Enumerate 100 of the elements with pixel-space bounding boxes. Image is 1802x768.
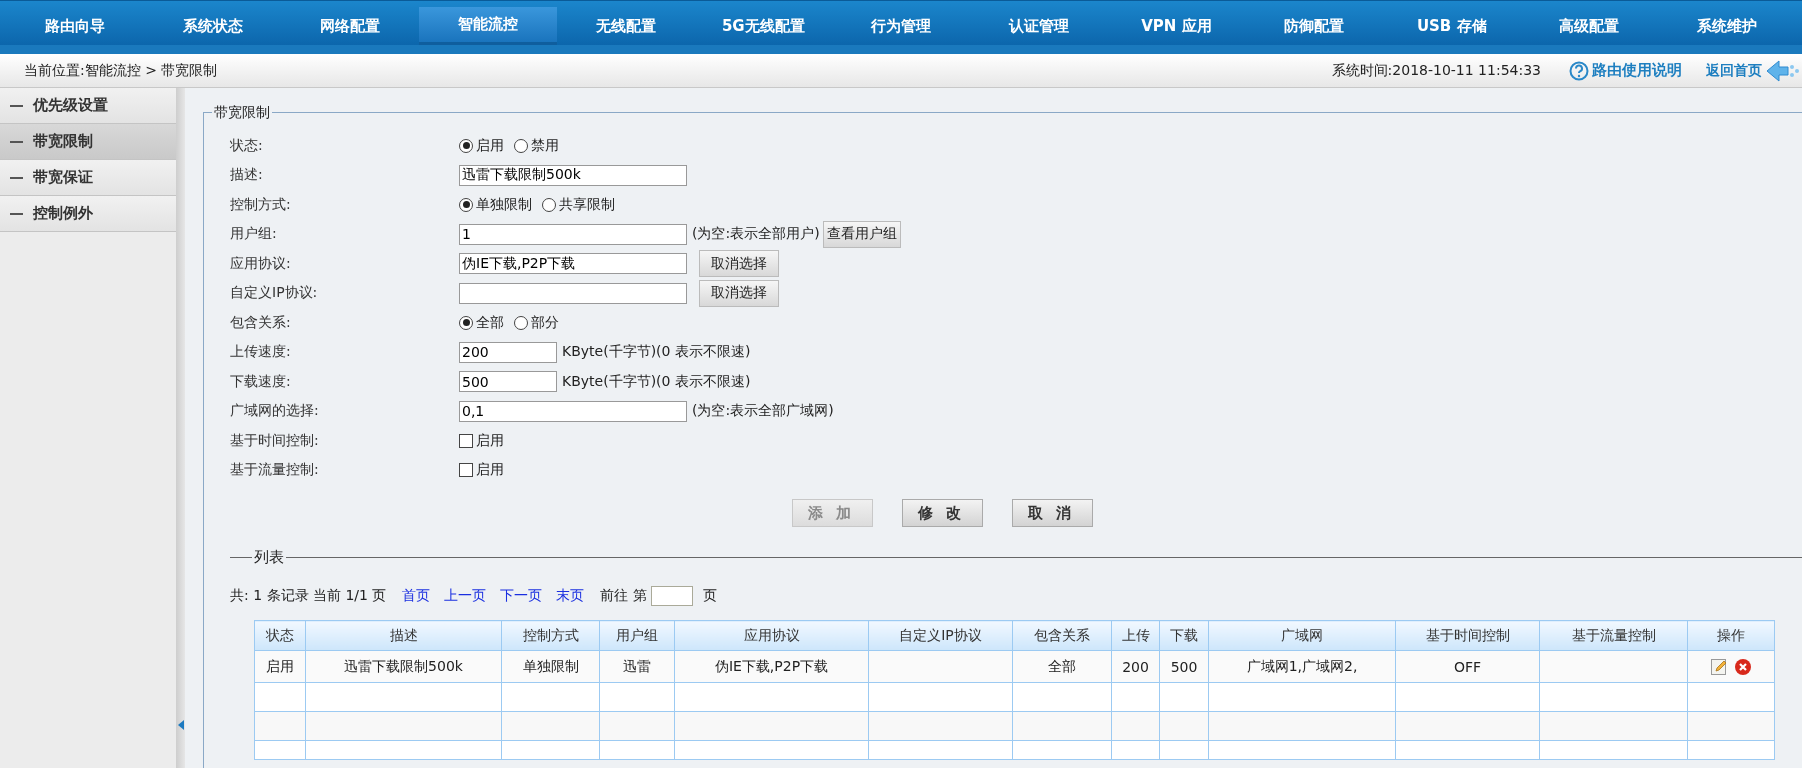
table-cell: 伪IE下载,P2P下载 — [714, 657, 829, 674]
dash-icon — [10, 176, 23, 179]
input-field[interactable]: 200 — [459, 341, 557, 363]
action-button[interactable]: 查看用户组 — [822, 220, 901, 248]
dash-icon — [10, 104, 23, 107]
nav-tab[interactable]: 高级配置 — [1520, 7, 1659, 45]
page-link[interactable]: 下一页 — [500, 587, 543, 605]
table-cell: 全部 — [1048, 657, 1076, 674]
radio-button[interactable] — [459, 197, 473, 212]
delete-icon[interactable] — [1734, 657, 1752, 676]
form-button[interactable]: 取消 — [1012, 499, 1093, 527]
input-field[interactable]: 0,1 — [459, 400, 687, 422]
nav-tab[interactable]: VPN 应用 — [1107, 7, 1246, 45]
radio-button[interactable] — [459, 138, 473, 153]
help-link[interactable]: 路由使用说明 — [1569, 60, 1682, 81]
column-header: 广域网 — [1208, 620, 1396, 651]
field-label: 上传速度: — [230, 343, 292, 362]
nav-tab[interactable]: 认证管理 — [969, 7, 1108, 45]
page-input[interactable] — [650, 586, 693, 606]
column-header: 描述 — [305, 620, 502, 651]
checkbox[interactable] — [459, 463, 473, 478]
system-time: 系统时间:2018-10-11 11:54:33 — [1331, 61, 1541, 80]
table-cell: 500 — [1170, 658, 1198, 675]
table-cell: 广域网1,广域网2, — [1246, 657, 1358, 674]
column-header: 自定义IP协议 — [868, 620, 1013, 651]
field-label: 基于流量控制: — [230, 461, 320, 480]
nav-tab[interactable]: 系统状态 — [143, 7, 282, 45]
input-field[interactable]: 迅雷下载限制500k — [459, 164, 687, 186]
field-label: 描述: — [230, 166, 264, 185]
option-label: 单独限制 — [476, 195, 532, 214]
hint-text: KByte(千字节)(0 表示不限速) — [562, 343, 751, 362]
sidebar-item[interactable]: 带宽限制 — [0, 124, 176, 160]
input-field[interactable] — [459, 282, 687, 304]
nav-tab[interactable]: 5G无线配置 — [694, 7, 833, 45]
option-label: 启用 — [476, 461, 504, 480]
home-link[interactable]: 返回首页 — [1706, 61, 1762, 80]
field-label: 控制方式: — [230, 195, 292, 214]
field-label: 应用协议: — [230, 254, 292, 273]
action-button[interactable]: 取消选择 — [699, 279, 779, 307]
sidebar-item[interactable]: 带宽保证 — [0, 160, 176, 196]
action-button[interactable]: 取消选择 — [699, 250, 779, 278]
field-label: 基于时间控制: — [230, 431, 320, 450]
nav-tab[interactable]: 系统维护 — [1658, 7, 1796, 45]
page-link[interactable]: 上一页 — [444, 587, 487, 605]
column-header: 基于时间控制 — [1395, 620, 1540, 651]
form-button[interactable]: 修改 — [902, 499, 983, 527]
hint-text: KByte(千字节)(0 表示不限速) — [562, 372, 751, 391]
column-header: 应用协议 — [674, 620, 869, 651]
help-icon — [1569, 60, 1589, 81]
column-header: 用户组 — [599, 620, 675, 651]
option-label: 启用 — [476, 431, 504, 450]
option-label: 禁用 — [531, 136, 559, 155]
edit-icon[interactable] — [1710, 657, 1728, 676]
goto-label: 前往 第 — [600, 587, 647, 605]
table-cell: OFF — [1453, 658, 1482, 675]
section-title: 列表 — [252, 548, 286, 567]
sidebar-item[interactable]: 控制例外 — [0, 196, 176, 232]
field-label: 包含关系: — [230, 313, 292, 332]
table-cell: 单独限制 — [522, 657, 579, 674]
back-arrow-icon[interactable] — [1766, 58, 1800, 83]
goto-suffix: 页 — [702, 587, 717, 605]
field-label: 状态: — [230, 136, 264, 155]
field-label: 广域网的选择: — [230, 402, 320, 421]
nav-tab[interactable]: 智能流控 — [419, 7, 557, 45]
checkbox[interactable] — [459, 433, 473, 448]
radio-button[interactable] — [514, 315, 528, 330]
table-cell: 迅雷 — [623, 657, 651, 674]
panel-title: 带宽限制 — [212, 104, 272, 122]
field-label: 下载速度: — [230, 372, 292, 391]
input-field[interactable]: 伪IE下载,P2P下载 — [459, 253, 687, 275]
column-header: 下载 — [1159, 620, 1209, 651]
hint-text: (为空:表示全部广域网) — [692, 402, 834, 421]
column-header: 控制方式 — [501, 620, 600, 651]
nav-tab[interactable]: 无线配置 — [556, 7, 695, 45]
nav-tab[interactable]: 行为管理 — [832, 7, 970, 45]
option-label: 全部 — [476, 313, 504, 332]
nav-tab[interactable]: 路由向导 — [6, 7, 144, 45]
collapse-arrow-icon[interactable] — [178, 720, 184, 730]
nav-tab[interactable]: USB 存储 — [1382, 7, 1521, 45]
field-label: 自定义IP协议: — [230, 284, 319, 303]
page-link[interactable]: 首页 — [402, 587, 431, 605]
sidebar-item[interactable]: 优先级设置 — [0, 88, 176, 124]
record-summary: 共: 1 条记录 当前 1/1 页 — [230, 587, 387, 605]
radio-button[interactable] — [542, 197, 556, 212]
column-header: 状态 — [254, 620, 306, 651]
radio-button[interactable] — [514, 138, 528, 153]
page-link[interactable]: 末页 — [556, 587, 585, 605]
nav-tab[interactable]: 防御配置 — [1245, 7, 1383, 45]
dash-icon — [10, 212, 23, 215]
column-header: 上传 — [1111, 620, 1160, 651]
column-header: 基于流量控制 — [1539, 620, 1688, 651]
dash-icon — [10, 140, 23, 143]
option-label: 部分 — [531, 313, 559, 332]
option-label: 启用 — [476, 136, 504, 155]
column-header: 包含关系 — [1012, 620, 1112, 651]
input-field[interactable]: 500 — [459, 371, 557, 393]
radio-button[interactable] — [459, 315, 473, 330]
input-field[interactable]: 1 — [459, 223, 687, 245]
nav-tab[interactable]: 网络配置 — [281, 7, 420, 45]
option-label: 共享限制 — [559, 195, 615, 214]
